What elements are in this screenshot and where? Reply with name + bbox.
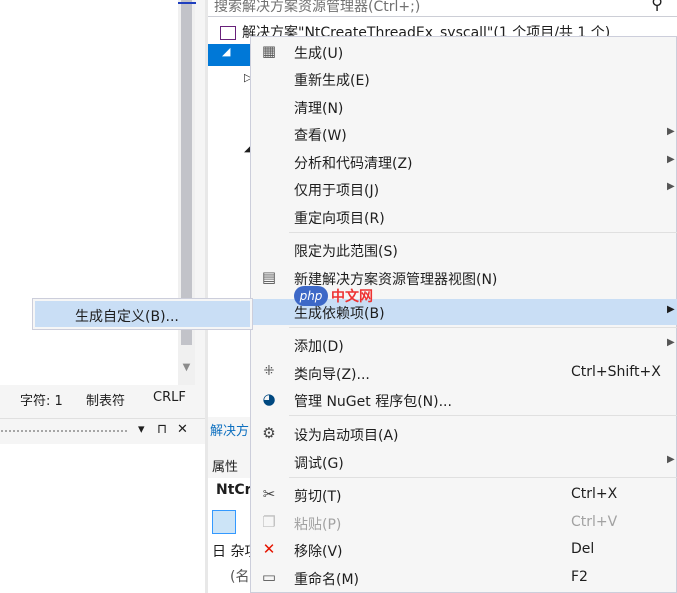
project-node-selected[interactable]: ◢ — [208, 44, 252, 66]
categorized-icon[interactable] — [212, 510, 236, 534]
pin-icon[interactable]: ⊓ — [157, 422, 167, 437]
menu-item-label: 分析和代码清理(Z) — [294, 156, 413, 172]
menu-separator — [289, 327, 677, 328]
solution-icon — [220, 26, 236, 40]
search-icon[interactable]: ⚲ — [651, 0, 663, 13]
char-position: 字符: 1 — [20, 394, 63, 409]
menu-shortcut: Ctrl+Shift+X — [571, 364, 661, 380]
menu-item-label: 调试(G) — [294, 456, 344, 472]
menu-item-project-only[interactable]: 仅用于项目(J) ▶ — [251, 176, 677, 202]
menu-shortcut: Ctrl+V — [571, 514, 618, 530]
menu-shortcut: Ctrl+X — [571, 486, 618, 502]
properties-item[interactable]: (名 — [230, 566, 249, 586]
menu-item-class-wizard[interactable]: ⁜ 类向导(Z)... Ctrl+Shift+X — [251, 360, 677, 386]
grip-dots[interactable] — [0, 429, 128, 433]
chevron-right-icon: ▶ — [667, 181, 675, 192]
scroll-down-icon[interactable]: ▼ — [180, 362, 193, 376]
menu-separator — [289, 415, 677, 416]
menu-item-label: 清理(N) — [294, 101, 344, 117]
menu-item-label: 生成依赖项(B) — [294, 306, 385, 322]
properties-title: 属性 — [212, 460, 239, 475]
menu-item-label: 重命名(M) — [294, 572, 360, 588]
menu-shortcut: F2 — [571, 569, 588, 585]
menu-item-nuget[interactable]: ◕ 管理 NuGet 程序包(N)... — [251, 387, 677, 413]
expand-icon[interactable]: ◢ — [222, 45, 230, 58]
menu-item-analyze[interactable]: 分析和代码清理(Z) ▶ — [251, 149, 677, 175]
menu-shortcut: Del — [571, 541, 595, 557]
menu-item-label: 移除(V) — [294, 544, 343, 560]
menu-item-label: 粘贴(P) — [294, 517, 342, 533]
menu-item-label: 添加(D) — [294, 339, 344, 355]
menu-item-startup[interactable]: ⚙ 设为启动项目(A) — [251, 421, 677, 447]
bottom-panel-header: ▾ ⊓ ✕ — [0, 418, 206, 444]
menu-separator — [289, 477, 677, 478]
menu-item-rebuild[interactable]: 重新生成(E) — [251, 66, 677, 92]
menu-item-view[interactable]: 查看(W) ▶ — [251, 121, 677, 147]
paste-icon: ❐ — [262, 513, 276, 531]
tab-solution-explorer[interactable]: 解决方 — [210, 420, 249, 439]
menu-item-label: 生成(U) — [294, 46, 344, 62]
watermark-site: 中文网 — [331, 289, 373, 305]
menu-item-label: 查看(W) — [294, 128, 347, 144]
close-icon[interactable]: ✕ — [177, 422, 188, 437]
line-ending[interactable]: CRLF — [153, 390, 186, 405]
chevron-right-icon: ▶ — [667, 304, 675, 315]
class-wizard-icon: ⁜ — [263, 364, 275, 379]
menu-separator — [289, 232, 677, 233]
menu-item-remove[interactable]: ✕ 移除(V) Del — [251, 537, 677, 563]
menu-item-add[interactable]: 添加(D) ▶ — [251, 332, 677, 358]
menu-item-label: 剪切(T) — [294, 489, 342, 505]
build-dependencies-submenu: 生成自定义(B)... — [32, 298, 253, 330]
build-icon: ▦ — [261, 42, 277, 60]
search-box[interactable]: 搜索解决方案资源管理器(Ctrl+;) ⚲ — [208, 0, 677, 17]
menu-item-rename[interactable]: ▭ 重命名(M) F2 — [251, 565, 677, 591]
menu-item-build[interactable]: ▦ 生成(U) — [251, 39, 677, 65]
menu-item-label: 重定向项目(R) — [294, 211, 385, 227]
menu-item-label: 类向导(Z)... — [294, 367, 370, 383]
menu-item-scope[interactable]: 限定为此范围(S) — [251, 237, 677, 263]
submenu-item-custom-build[interactable]: 生成自定义(B)... — [75, 306, 179, 326]
menu-item-label: 仅用于项目(J) — [294, 183, 380, 199]
php-watermark-logo: php 中文网 — [294, 286, 384, 306]
menu-item-label: 管理 NuGet 程序包(N)... — [294, 394, 452, 410]
remove-icon: ✕ — [262, 540, 276, 558]
chevron-right-icon: ▶ — [667, 126, 675, 137]
gear-icon: ⚙ — [262, 424, 276, 442]
context-menu: ▦ 生成(U) 重新生成(E) 清理(N) 查看(W) ▶ 分析和代码清理(Z)… — [250, 36, 677, 593]
menu-item-label: 限定为此范围(S) — [294, 244, 398, 260]
nuget-icon: ◕ — [262, 390, 276, 408]
new-view-icon: ▤ — [261, 268, 277, 286]
menu-item-label: 重新生成(E) — [294, 73, 370, 89]
scissors-icon: ✂ — [262, 485, 276, 503]
rename-icon: ▭ — [261, 568, 277, 586]
menu-item-debug[interactable]: 调试(G) ▶ — [251, 449, 677, 475]
scrollbar-thumb[interactable] — [181, 0, 192, 345]
properties-object[interactable]: NtCr — [216, 482, 252, 498]
caret-marker — [178, 2, 196, 4]
tab-mode[interactable]: 制表符 — [86, 390, 125, 409]
menu-item-clean[interactable]: 清理(N) — [251, 94, 677, 120]
dropdown-icon[interactable]: ▾ — [138, 422, 145, 437]
menu-item-cut[interactable]: ✂ 剪切(T) Ctrl+X — [251, 482, 677, 508]
watermark-brand: php — [294, 286, 328, 306]
chevron-right-icon: ▶ — [667, 154, 675, 165]
chevron-right-icon: ▶ — [667, 337, 675, 348]
search-input[interactable]: 搜索解决方案资源管理器(Ctrl+;) — [214, 0, 420, 16]
editor-statusbar: 字符: 1 制表符 CRLF — [0, 385, 206, 412]
menu-item-retarget[interactable]: 重定向项目(R) — [251, 204, 677, 230]
menu-item-label: 设为启动项目(A) — [294, 428, 399, 444]
bottom-panel-body — [0, 444, 206, 593]
menu-item-paste[interactable]: ❐ 粘贴(P) Ctrl+V — [251, 510, 677, 536]
chevron-right-icon: ▶ — [667, 454, 675, 465]
